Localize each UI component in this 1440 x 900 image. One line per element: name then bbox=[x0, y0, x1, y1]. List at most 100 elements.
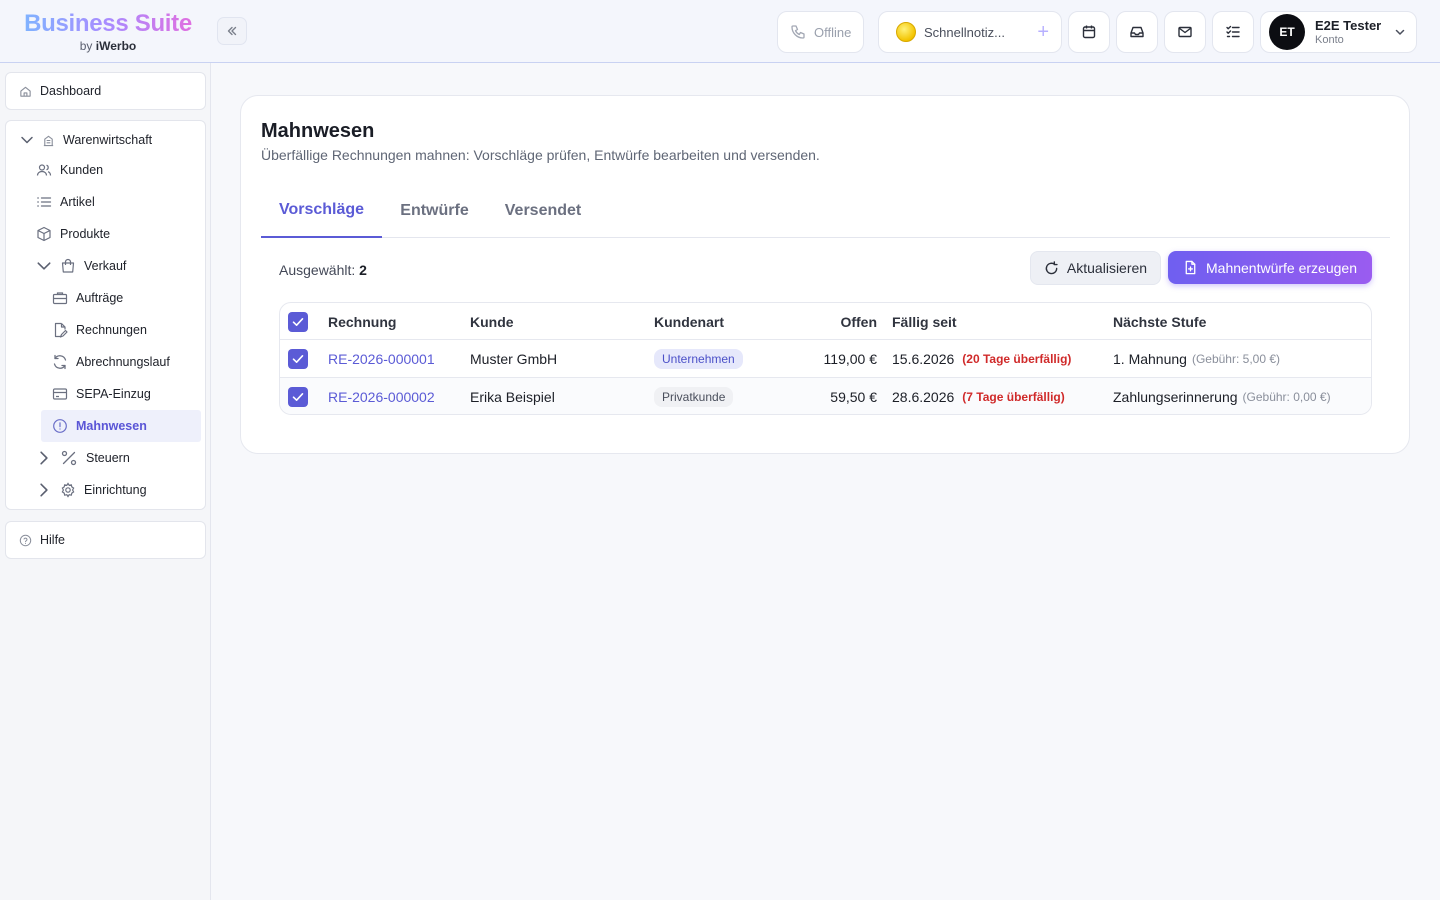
brand-logo[interactable]: Business Suite by iWerbo bbox=[23, 10, 193, 53]
invoice-link[interactable]: RE-2026-000002 bbox=[328, 378, 435, 414]
fee-note: (Gebühr: 5,00 €) bbox=[1191, 352, 1281, 366]
sidebar-item-produkte[interactable]: Produkte bbox=[36, 218, 110, 250]
page-title: Mahnwesen bbox=[261, 120, 375, 142]
overdue-note: (20 Tage überfällig) bbox=[962, 352, 1072, 366]
account-info: E2E Tester Konto bbox=[1315, 18, 1381, 46]
column-header-customer-type[interactable]: Kundenart bbox=[654, 303, 724, 340]
sidebar-group-steuern[interactable]: Steuern bbox=[36, 442, 130, 474]
sidebar-dashboard-box: Dashboard bbox=[5, 72, 206, 110]
tasks-button[interactable] bbox=[1212, 11, 1254, 53]
inbox-button[interactable] bbox=[1116, 11, 1158, 53]
check-icon bbox=[292, 355, 304, 363]
checkbox-checked bbox=[288, 349, 308, 369]
column-header-due-since[interactable]: Fällig seit bbox=[892, 303, 957, 340]
open-amount: 59,50 € bbox=[830, 389, 877, 405]
sidebar-item-rechnungen[interactable]: Rechnungen bbox=[52, 314, 147, 346]
chevron-down-icon bbox=[1395, 29, 1405, 35]
users-icon bbox=[36, 164, 52, 176]
shopping-bag-icon bbox=[61, 258, 75, 273]
chevron-right-icon bbox=[40, 483, 48, 497]
sidebar-item-kunden[interactable]: Kunden bbox=[36, 154, 103, 186]
sidebar-item-hilfe[interactable]: Hilfe bbox=[19, 524, 65, 556]
sidebar-group-einrichtung[interactable]: Einrichtung bbox=[36, 474, 147, 506]
list-icon bbox=[37, 197, 52, 207]
sidebar-group-verkauf[interactable]: Verkauf bbox=[36, 250, 126, 282]
offline-label: Offline bbox=[814, 24, 852, 40]
fee-note: (Gebühr: 0,00 €) bbox=[1242, 390, 1331, 404]
refresh-cycle-icon bbox=[53, 354, 67, 370]
sidebar-item-sepa[interactable]: SEPA-Einzug bbox=[52, 378, 151, 410]
avatar: ET bbox=[1269, 14, 1305, 50]
sidebar-item-label: Einrichtung bbox=[84, 483, 147, 497]
customer-type-badge: Unternehmen bbox=[654, 349, 743, 369]
column-header-customer[interactable]: Kunde bbox=[470, 303, 514, 340]
calendar-button[interactable] bbox=[1068, 11, 1110, 53]
selection-count: Ausgewählt: 2 bbox=[279, 262, 367, 278]
customer-type-cell: Unternehmen bbox=[654, 340, 743, 378]
checkbox-checked bbox=[288, 311, 308, 332]
tab-vorschlaege[interactable]: Vorschläge bbox=[261, 184, 382, 238]
due-since-cell: 15.6.2026 (20 Tage überfällig) bbox=[892, 340, 1071, 378]
top-bar: Business Suite by iWerbo Offline Schnell… bbox=[0, 0, 1440, 63]
next-level-cell: Zahlungserinnerung (Gebühr: 0,00 €) bbox=[1113, 378, 1331, 414]
tab-entwuerfe[interactable]: Entwürfe bbox=[382, 184, 487, 238]
column-header-invoice[interactable]: Rechnung bbox=[328, 303, 396, 340]
account-menu[interactable]: ET E2E Tester Konto bbox=[1260, 11, 1417, 53]
dunning-table: Rechnung Kunde Kundenart Offen Fällig se… bbox=[279, 302, 1372, 415]
selection-count-value: 2 bbox=[359, 262, 367, 278]
file-edit-icon bbox=[54, 322, 68, 338]
table-row[interactable]: RE-2026-000001 Muster GmbH Unternehmen 1… bbox=[280, 340, 1371, 378]
customer-type-cell: Privatkunde bbox=[654, 378, 734, 414]
sidebar-item-artikel[interactable]: Artikel bbox=[36, 186, 95, 218]
chevron-down-icon bbox=[37, 262, 51, 270]
account-role: Konto bbox=[1315, 34, 1344, 46]
sidebar-group-warenwirtschaft[interactable]: Warenwirtschaft bbox=[20, 124, 152, 156]
sidebar-nav-box: Warenwirtschaft Kunden Artikel Produkte … bbox=[5, 120, 206, 510]
account-name: E2E Tester bbox=[1315, 18, 1382, 33]
invoice-link[interactable]: RE-2026-000001 bbox=[328, 340, 435, 378]
next-level: Zahlungserinnerung bbox=[1113, 389, 1238, 405]
tab-bar: Vorschläge Entwürfe Versendet bbox=[261, 184, 1390, 238]
row-checkbox[interactable] bbox=[288, 378, 308, 414]
dunning-card: Mahnwesen Überfällige Rechnungen mahnen:… bbox=[240, 95, 1410, 454]
gear-icon bbox=[61, 482, 75, 498]
collapse-sidebar-button[interactable] bbox=[217, 17, 247, 45]
tab-versendet[interactable]: Versendet bbox=[487, 184, 599, 238]
column-header-open[interactable]: Offen bbox=[800, 303, 877, 340]
sidebar-item-label: Verkauf bbox=[84, 259, 127, 273]
sidebar-item-label: Kunden bbox=[60, 163, 104, 177]
table-row[interactable]: RE-2026-000002 Erika Beispiel Privatkund… bbox=[280, 378, 1371, 414]
brand-title: Business Suite bbox=[24, 10, 192, 37]
quick-note-field[interactable]: Schnellnotiz... + bbox=[878, 11, 1062, 53]
quick-note-placeholder: Schnellnotiz... bbox=[924, 24, 1005, 40]
file-plus-icon bbox=[1185, 260, 1196, 275]
sidebar-help-box: Hilfe bbox=[5, 521, 206, 559]
sidebar-item-auftraege[interactable]: Aufträge bbox=[52, 282, 123, 314]
due-since-cell: 28.6.2026 (7 Tage überfällig) bbox=[892, 378, 1065, 414]
building-icon bbox=[43, 135, 54, 146]
next-level: 1. Mahnung bbox=[1113, 351, 1187, 367]
refresh-button[interactable]: Aktualisieren bbox=[1030, 251, 1161, 285]
brand-company: iWerbo bbox=[95, 39, 137, 53]
add-note-button[interactable]: + bbox=[1037, 22, 1049, 42]
sidebar-item-label: Hilfe bbox=[40, 533, 66, 547]
sidebar-item-label: Abrechnungslauf bbox=[76, 355, 170, 369]
help-circle-icon bbox=[19, 534, 32, 546]
overdue-note: (7 Tage überfällig) bbox=[962, 390, 1065, 404]
note-status-dot bbox=[896, 22, 916, 42]
home-icon bbox=[20, 86, 31, 97]
row-checkbox[interactable] bbox=[288, 340, 308, 378]
column-header-next-level[interactable]: Nächste Stufe bbox=[1113, 303, 1206, 340]
sidebar-item-dashboard[interactable]: Dashboard bbox=[19, 75, 101, 107]
sidebar-item-abrechnungslauf[interactable]: Abrechnungslauf bbox=[52, 346, 170, 378]
select-all-checkbox[interactable] bbox=[288, 303, 308, 340]
next-level-cell: 1. Mahnung (Gebühr: 5,00 €) bbox=[1113, 340, 1280, 378]
sidebar-item-label: Aufträge bbox=[76, 291, 124, 305]
page-subtitle: Überfällige Rechnungen mahnen: Vorschläg… bbox=[261, 147, 820, 163]
briefcase-icon bbox=[52, 292, 68, 305]
create-drafts-button[interactable]: Mahnentwürfe erzeugen bbox=[1168, 251, 1372, 284]
sidebar-item-mahnwesen[interactable]: Mahnwesen bbox=[41, 410, 201, 442]
due-date: 28.6.2026 bbox=[892, 389, 955, 405]
offline-status-button[interactable]: Offline bbox=[777, 11, 864, 53]
mail-button[interactable] bbox=[1164, 11, 1206, 53]
